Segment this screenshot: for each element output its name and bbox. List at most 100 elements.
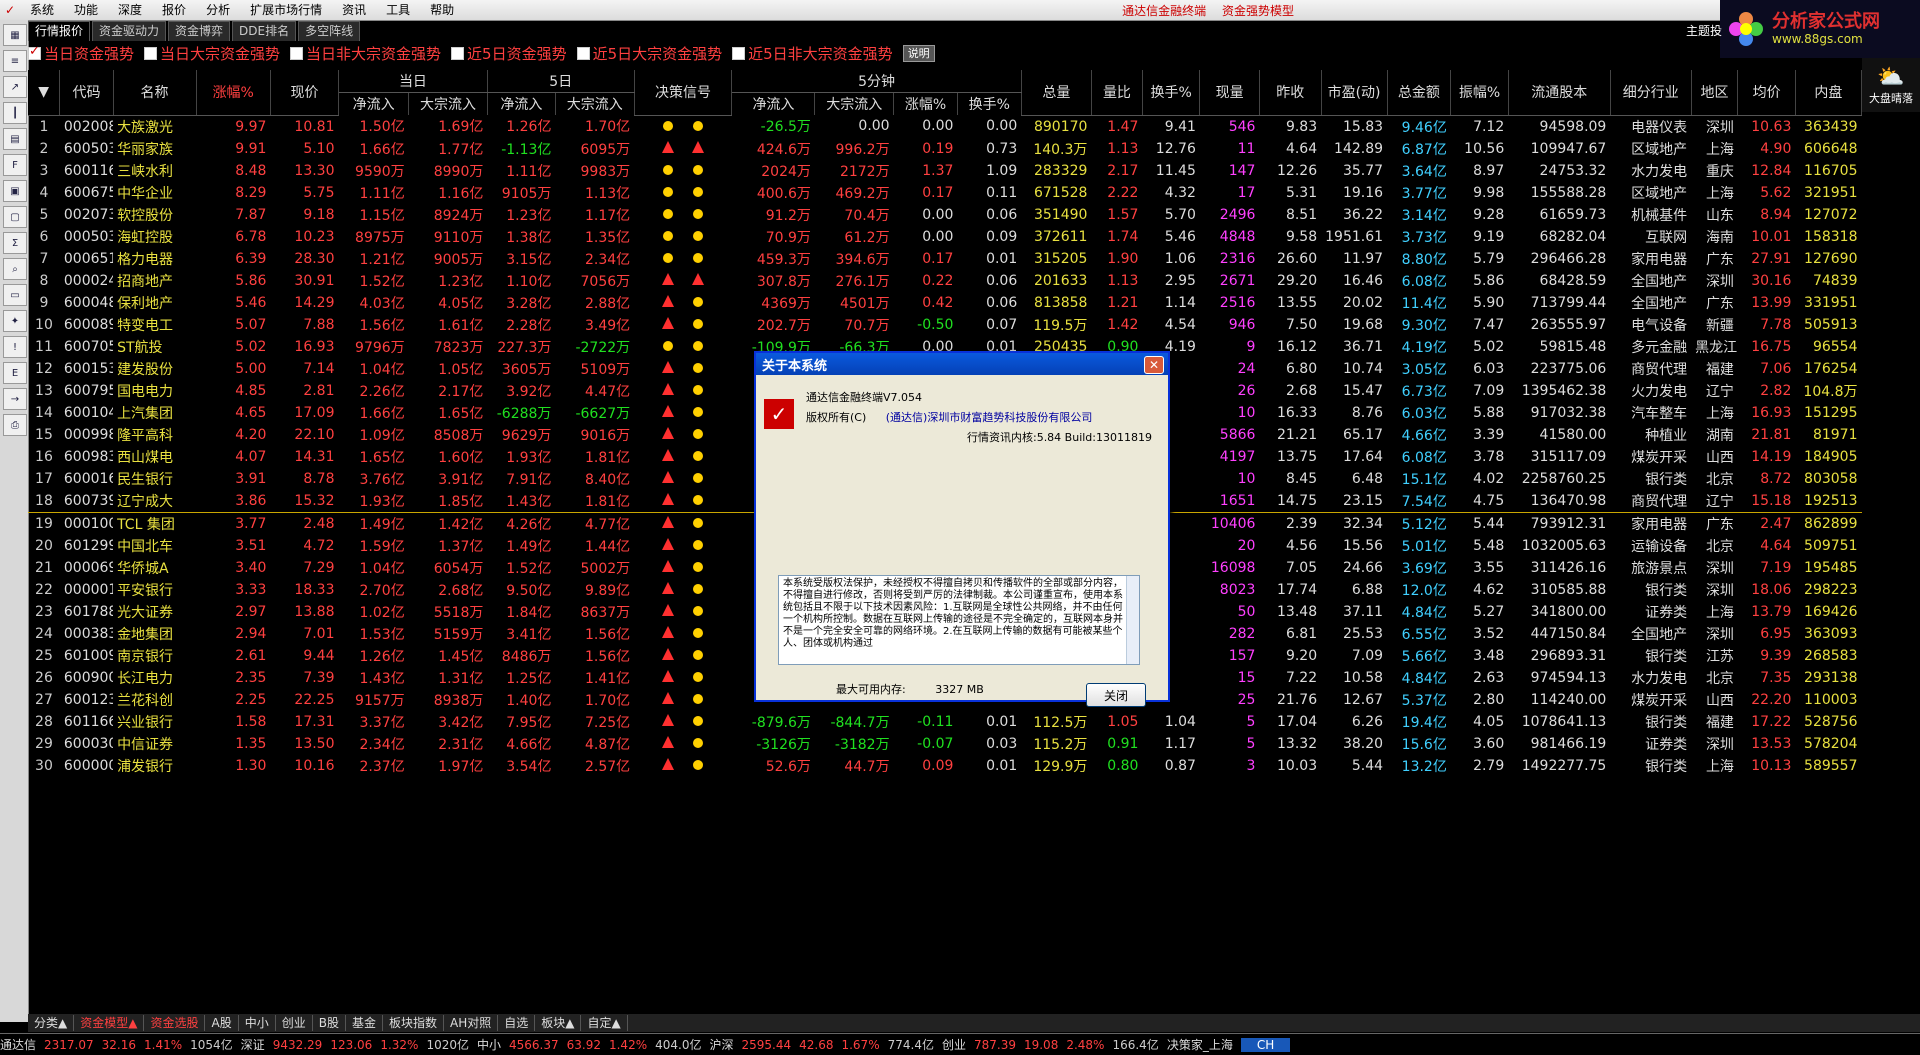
table-row[interactable]: 5 002073 软控股份 7.87 9.18 1.15亿 8924万 1.23亿 1.17亿 9… [28,204,1862,226]
filter-option[interactable]: 当日非大宗资金强势 [290,43,441,64]
checkbox-icon[interactable] [576,46,590,60]
tab-item[interactable]: 资金博弈 [168,21,231,41]
column-header[interactable]: 涨幅% [893,92,958,115]
menu-item[interactable]: 工具 [376,0,420,20]
column-header[interactable]: 代码 [59,70,114,116]
table-row[interactable]: 7 000651 格力电器 6.39 28.30 1.21亿 9005万 3.15亿 2.34亿… [28,248,1862,270]
tab-item[interactable]: 资金驱动力 [92,21,167,41]
checkbox-icon[interactable] [144,46,158,60]
bottom-tab[interactable]: 资金选股 [144,1015,206,1031]
legal-scrollbar[interactable] [1126,576,1139,664]
column-header[interactable]: 换手% [1142,70,1201,116]
menu-item[interactable]: 帮助 [420,0,464,20]
export-icon[interactable]: → [3,388,27,410]
grid-icon[interactable]: ▦ [3,24,27,46]
column-header[interactable]: 净流入 [731,92,816,115]
bottom-tab[interactable]: AH对照 [444,1015,499,1031]
column-header[interactable]: 总量 [1021,70,1092,116]
sort-dropdown-icon[interactable]: ▼ [28,70,61,116]
column-header[interactable]: 振幅% [1450,70,1509,116]
column-header[interactable]: 流通股本 [1508,70,1611,116]
menu-item[interactable]: 报价 [152,0,196,20]
menu-item[interactable]: 资讯 [332,0,376,20]
menu-item[interactable]: 深度 [108,0,152,20]
bottom-tab[interactable]: 资金模型▲ [74,1015,145,1031]
filter-option[interactable]: 近5日资金强势 [451,43,567,64]
checkbox-icon[interactable] [732,46,746,60]
table-row[interactable]: 2 600503 华丽家族 9.91 5.10 1.66亿 1.77亿 -1.13亿 6095万… [28,138,1862,160]
column-header[interactable]: 总金额 [1387,70,1452,116]
table-row[interactable]: 4 600675 中华企业 8.29 5.75 1.11亿 1.16亿 9105万 1.13亿 4… [28,182,1862,204]
bottom-tab[interactable]: B股 [313,1015,346,1031]
explain-button[interactable]: 说明 [902,44,935,62]
column-header[interactable]: 换手% [957,92,1022,115]
table-row[interactable]: 9 600048 保利地产 5.46 14.29 4.03亿 4.05亿 3.28亿 2.88亿… [28,292,1862,314]
close-button[interactable]: 关闭 [1086,683,1146,707]
bottom-tab[interactable]: 自选 [498,1015,536,1031]
bottom-tab[interactable]: 分类▲ [28,1015,75,1031]
f10-icon[interactable]: F [3,154,27,176]
close-icon[interactable]: ✕ [1144,356,1164,374]
column-header[interactable]: 细分行业 [1610,70,1692,116]
list-icon[interactable]: ≡ [3,50,27,72]
company-link[interactable]: (通达信)深圳市财富趋势科技股份有限公司 [886,411,1093,424]
column-header[interactable]: 大宗流入 [555,92,635,115]
search-icon[interactable]: ⌕ [3,258,27,280]
tab-item[interactable]: DDE排名 [232,21,297,41]
column-header[interactable]: 均价 [1737,70,1796,116]
bottom-tab[interactable]: 基金 [346,1015,383,1031]
table-row[interactable]: 6 000503 海虹控股 6.78 10.23 8975万 9110万 1.38亿 1.35亿… [28,226,1862,248]
column-header[interactable]: 涨幅% [196,70,271,116]
market-weather[interactable]: ⛅ 大盘晴落 [1862,58,1920,112]
menu-item[interactable]: 功能 [64,0,108,20]
bottom-tab[interactable]: 自定▲ [581,1015,628,1031]
filter-option[interactable]: 近5日非大宗资金强势 [732,43,893,64]
news-icon[interactable]: ▣ [3,180,27,202]
bottom-tab[interactable]: 板块指数 [383,1015,444,1031]
table-icon[interactable]: ▤ [3,128,27,150]
warning-icon[interactable]: ! [3,336,27,358]
group-header-five-min[interactable]: 5分钟 [731,70,1022,93]
column-header[interactable]: 市盈(动) [1321,70,1388,116]
table-row[interactable]: 1 002008 大族激光 9.97 10.81 1.50亿 1.69亿 1.26亿 1.70亿… [28,115,1862,138]
column-header[interactable]: 现价 [270,70,340,116]
column-header[interactable]: 净流入 [487,92,556,115]
bottom-tab[interactable]: A股 [205,1015,239,1031]
formula-icon[interactable]: Σ [3,232,27,254]
checkbox-icon[interactable] [451,46,465,60]
etf-icon[interactable]: E [3,362,27,384]
theme-label[interactable]: 主题投 [1686,21,1722,41]
group-header-five-day[interactable]: 5日 [487,70,635,93]
chart-icon[interactable]: ↗ [3,76,27,98]
menu-item[interactable]: 系统 [20,0,64,20]
column-header[interactable]: 现量 [1199,70,1260,116]
bottom-tab[interactable]: 创业 [276,1015,313,1031]
column-header[interactable]: 净流入 [338,92,410,115]
column-header[interactable]: 决策信号 [634,70,733,116]
menu-item[interactable]: 扩展市场行情 [240,0,332,20]
menu-item[interactable]: 分析 [196,0,240,20]
table-row[interactable]: 29 600030 中信证券 1.35 13.50 2.34亿 2.31亿 4.66亿 4.87… [28,733,1862,755]
legal-textbox[interactable]: 本系统受版权法保护，未经授权不得擅自拷贝和传播软件的全部或部分内容，不得擅自进行… [778,575,1140,665]
filter-option[interactable]: 近5日大宗资金强势 [576,43,722,64]
column-header[interactable]: 大宗流入 [814,92,895,115]
tab-item[interactable]: 行情报价 [28,21,91,41]
column-header[interactable]: 昨收 [1259,70,1322,116]
column-header[interactable]: 地区 [1691,70,1739,116]
checkbox-icon[interactable] [290,46,304,60]
checkbox-icon[interactable] [28,44,41,60]
table-row[interactable]: 3 600116 三峡水利 8.48 13.30 9590万 8990万 1.11亿 9983万… [28,160,1862,182]
column-header[interactable]: 名称 [113,70,197,116]
table-row[interactable]: 10 600089 特变电工 5.07 7.88 1.56亿 1.61亿 2.28亿 3.49亿… [28,314,1862,336]
table-row[interactable]: 8 000024 招商地产 5.86 30.91 1.52亿 1.23亿 1.10亿 7056万… [28,270,1862,292]
bottom-tab[interactable]: 板块▲ [535,1015,582,1031]
column-header[interactable]: 内盘 [1795,70,1863,116]
bottom-tab[interactable]: 中小 [239,1015,276,1031]
filter-option[interactable]: 当日大宗资金强势 [144,43,280,64]
folder-icon[interactable]: ▭ [3,284,27,306]
column-header[interactable]: 大宗流入 [408,92,488,115]
doc-icon[interactable]: ▢ [3,206,27,228]
filter-option[interactable]: 当日资金强势 [28,43,134,64]
print-icon[interactable]: ⎙ [3,414,27,436]
candle-icon[interactable]: ┃ [3,102,27,124]
